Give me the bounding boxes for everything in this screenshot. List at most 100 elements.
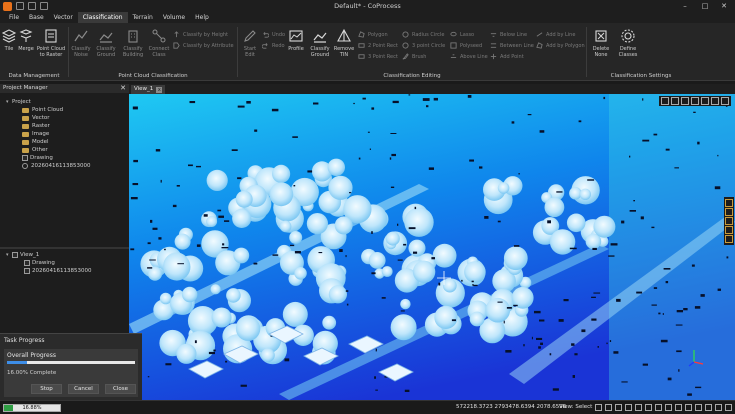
side-tool-icon[interactable] bbox=[725, 208, 733, 216]
lasso-tool[interactable]: Lasso bbox=[450, 31, 474, 38]
group-title: Data Management bbox=[8, 73, 60, 79]
menu-file[interactable]: File bbox=[4, 12, 24, 23]
close-task-button[interactable]: Close bbox=[105, 384, 136, 394]
visibility-checkbox[interactable] bbox=[24, 268, 30, 274]
dyn-icon[interactable] bbox=[655, 404, 662, 411]
maximize-button[interactable]: □ bbox=[695, 0, 715, 12]
ortho-icon[interactable] bbox=[615, 404, 622, 411]
lineweight-icon[interactable] bbox=[665, 404, 672, 411]
profile-button[interactable]: Profile bbox=[286, 28, 306, 52]
side-tool-icon[interactable] bbox=[725, 235, 733, 243]
menu-vector[interactable]: Vector bbox=[49, 12, 78, 23]
open-icon[interactable] bbox=[28, 2, 36, 10]
side-tool-icon[interactable] bbox=[725, 199, 733, 207]
polygon-tool[interactable]: Polygon bbox=[358, 31, 388, 38]
point-cloud-viewport[interactable] bbox=[129, 94, 735, 400]
view-top-icon[interactable] bbox=[681, 97, 689, 105]
data-gap bbox=[160, 179, 162, 183]
polyseed-tool[interactable]: Polyseed bbox=[450, 42, 482, 49]
data-gap bbox=[390, 133, 397, 134]
save-icon[interactable] bbox=[16, 2, 24, 10]
osnap-icon[interactable] bbox=[635, 404, 642, 411]
delete-none-button[interactable]: Delete None bbox=[591, 28, 611, 58]
tree-item-view-dataset[interactable]: 20260416113853000 bbox=[24, 267, 92, 275]
add-by-line-tool[interactable]: Add by Line bbox=[536, 31, 575, 38]
tree-item-view-drawing[interactable]: Drawing bbox=[24, 259, 55, 267]
add-by-polygon-tool[interactable]: Add by Polygon bbox=[536, 42, 585, 49]
classify-building-button[interactable]: Classify Building bbox=[121, 28, 145, 58]
redo-button[interactable]: Redo bbox=[262, 42, 285, 49]
menu-classification[interactable]: Classification bbox=[77, 12, 128, 23]
start-edit-button[interactable]: Start Edit bbox=[240, 28, 260, 58]
menu-help[interactable]: Help bbox=[190, 12, 214, 23]
between-line-tool[interactable]: Between Line bbox=[490, 42, 534, 49]
menu-volume[interactable]: Volume bbox=[158, 12, 190, 23]
tree-item-raster[interactable]: Raster bbox=[22, 122, 50, 130]
grid-icon[interactable] bbox=[605, 404, 612, 411]
menu-icon[interactable] bbox=[725, 404, 732, 411]
view-mode-icon[interactable] bbox=[661, 97, 669, 105]
snap-icon[interactable] bbox=[595, 404, 602, 411]
tree-item-view[interactable]: ▾ View_1 bbox=[6, 251, 39, 259]
otrack-icon[interactable] bbox=[645, 404, 652, 411]
tree-item-image[interactable]: Image bbox=[22, 130, 49, 138]
view-front-icon[interactable] bbox=[671, 97, 679, 105]
classify-noise-button[interactable]: Classify Noise bbox=[71, 28, 91, 58]
tree-item-drawing[interactable]: Drawing bbox=[22, 154, 53, 162]
tree-item-vector[interactable]: Vector bbox=[22, 114, 50, 122]
merge-button[interactable]: Merge bbox=[18, 28, 34, 52]
side-tool-icon[interactable] bbox=[725, 217, 733, 225]
classify-by-height-button[interactable]: Classify by Height bbox=[173, 31, 228, 38]
new-icon[interactable] bbox=[40, 2, 48, 10]
data-gap bbox=[213, 349, 216, 352]
classify-by-attribute-button[interactable]: Classify by Attribute bbox=[173, 42, 234, 49]
above-line-tool[interactable]: Above Line bbox=[450, 53, 488, 60]
selection-icon[interactable] bbox=[685, 404, 692, 411]
classify-ground-button[interactable]: Classify Ground bbox=[95, 28, 117, 58]
annotation-icon[interactable] bbox=[705, 404, 712, 411]
close-tab-icon[interactable]: x bbox=[156, 86, 163, 93]
brush-tool[interactable]: Brush bbox=[402, 53, 426, 60]
panel-divider[interactable] bbox=[0, 247, 129, 249]
polar-icon[interactable] bbox=[625, 404, 632, 411]
three-point-rect-tool[interactable]: 3 Point Rect bbox=[358, 53, 398, 60]
radius-circle-tool[interactable]: Radius Circle bbox=[402, 31, 444, 38]
gizmo-icon[interactable] bbox=[695, 404, 702, 411]
data-gap bbox=[438, 282, 441, 286]
define-classes-button[interactable]: Define Classes bbox=[617, 28, 639, 58]
tree-item-model[interactable]: Model bbox=[22, 138, 49, 146]
below-line-tool[interactable]: Below Line bbox=[490, 31, 527, 38]
menu-terrain[interactable]: Terrain bbox=[128, 12, 158, 23]
tree-item-project[interactable]: ▾ Project bbox=[6, 98, 31, 106]
tree-item-dataset[interactable]: 20260416113853000 bbox=[22, 162, 91, 170]
add-point-tool[interactable]: Add Point bbox=[490, 53, 524, 60]
tab-view-1[interactable]: View_1 x bbox=[131, 85, 166, 94]
visibility-checkbox[interactable] bbox=[22, 155, 28, 161]
menu-base[interactable]: Base bbox=[24, 12, 49, 23]
undo-button[interactable]: Undo bbox=[262, 31, 285, 38]
view-reset-icon[interactable] bbox=[701, 97, 709, 105]
side-tool-icon[interactable] bbox=[725, 226, 733, 234]
view-layout-icon[interactable] bbox=[711, 97, 719, 105]
tree-item-other[interactable]: Other bbox=[22, 146, 48, 154]
transparency-icon[interactable] bbox=[675, 404, 682, 411]
data-gap bbox=[695, 386, 702, 389]
two-point-rect-tool[interactable]: 2 Point Rect bbox=[358, 42, 398, 49]
view-rotate-icon[interactable] bbox=[691, 97, 699, 105]
connect-class-button[interactable]: Connect Class bbox=[149, 28, 169, 58]
tree-item-point-cloud[interactable]: Point Cloud bbox=[22, 106, 63, 114]
close-window-button[interactable]: ✕ bbox=[714, 0, 734, 12]
visibility-checkbox[interactable] bbox=[12, 252, 18, 258]
minimize-button[interactable]: – bbox=[675, 0, 695, 12]
classify-ground-edit-button[interactable]: Classify Ground bbox=[309, 28, 331, 58]
view-screenshot-icon[interactable] bbox=[721, 97, 729, 105]
stop-button[interactable]: Stop bbox=[31, 384, 62, 394]
remove-tin-button[interactable]: Remove TIN bbox=[334, 28, 354, 58]
three-point-circle-tool[interactable]: 3 point Circle bbox=[402, 42, 445, 49]
workspace-icon[interactable] bbox=[715, 404, 722, 411]
tile-button[interactable]: Tile bbox=[1, 28, 17, 52]
close-panel-button[interactable]: ✕ bbox=[120, 84, 126, 93]
point-cloud-to-raster-button[interactable]: Point Cloud to Raster bbox=[36, 28, 66, 58]
visibility-checkbox[interactable] bbox=[24, 260, 30, 266]
cancel-button[interactable]: Cancel bbox=[68, 384, 99, 394]
